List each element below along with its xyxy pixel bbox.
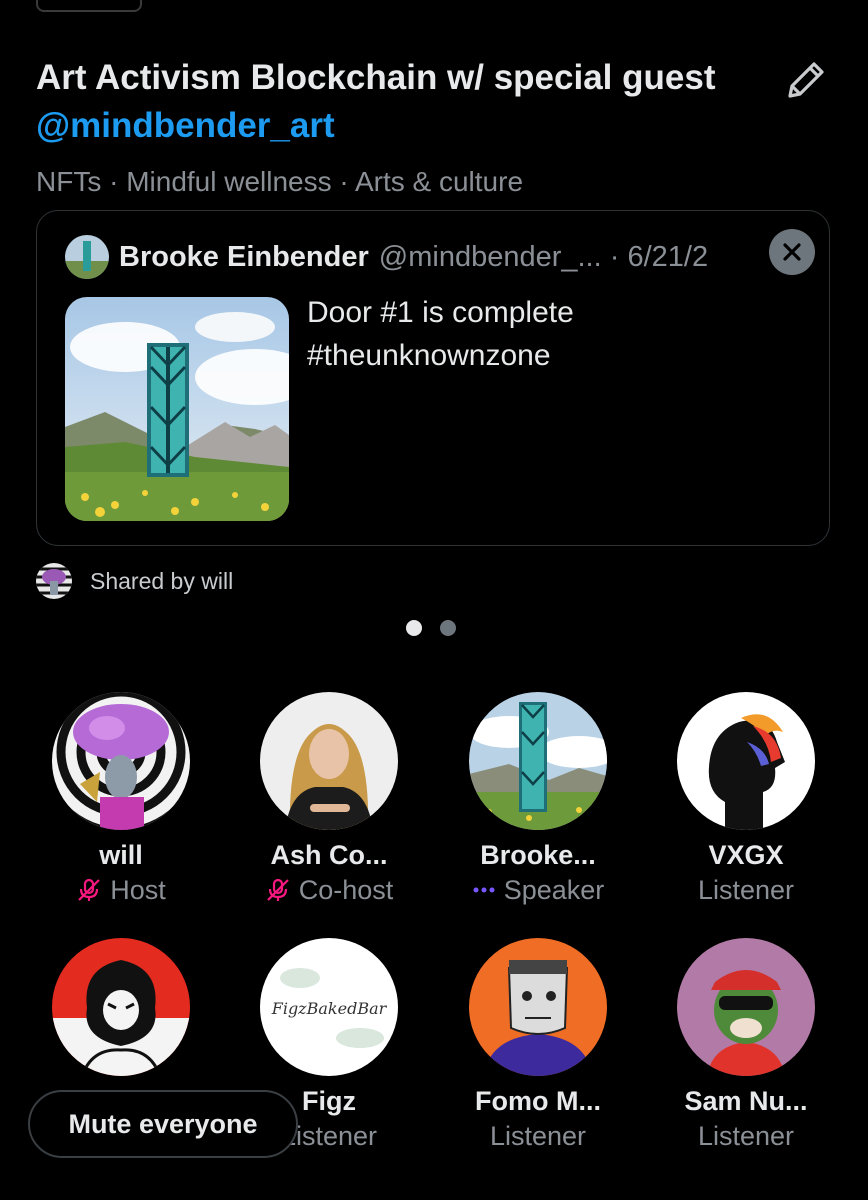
participant-name: Brooke... xyxy=(480,840,596,870)
participant-role-label: Listener xyxy=(697,875,795,905)
close-icon[interactable] xyxy=(769,229,815,275)
avatar xyxy=(52,692,190,830)
participant-card[interactable]: Fomo M... Listener xyxy=(438,938,638,1154)
participant-card[interactable]: Sam Nu... Listener xyxy=(646,938,846,1154)
avatar xyxy=(260,692,398,830)
tweet-image[interactable] xyxy=(65,297,289,521)
speaking-dots-icon xyxy=(472,885,496,895)
title-text: Art Activism Blockchain w/ special guest xyxy=(36,58,716,97)
participant-card[interactable]: VXGX Listener xyxy=(646,692,846,908)
avatar xyxy=(52,938,190,1076)
participant-role-label: Speaker xyxy=(503,875,605,905)
page-dot[interactable] xyxy=(440,620,456,636)
shared-by-avatar xyxy=(36,563,72,599)
pinned-tweet-card[interactable]: Brooke Einbender @mindbender_... · 6/21/… xyxy=(36,210,830,546)
page-dot-active[interactable] xyxy=(406,620,422,636)
participant-role-label: Listener xyxy=(697,1121,795,1151)
title-mention-link[interactable]: @mindbender_art xyxy=(36,106,335,145)
participant-role-label: Co-host xyxy=(298,875,394,905)
participant-role: Listener xyxy=(646,872,846,908)
shared-by-label: Shared by will xyxy=(90,567,234,594)
edit-pencil-icon[interactable] xyxy=(782,56,830,104)
participant-name: will xyxy=(99,840,143,870)
participant-card[interactable]: Brooke... Speaker xyxy=(438,692,638,908)
space-topics: NFTs · Mindful wellness · Arts & culture xyxy=(36,166,524,197)
avatar xyxy=(677,938,815,1076)
page-indicator xyxy=(406,620,456,636)
participant-name: VXGX xyxy=(708,840,784,870)
tweet-text-line: Door #1 is complete xyxy=(307,296,574,329)
participant-role-label: Host xyxy=(110,875,166,905)
avatar: FigzBakedBar xyxy=(260,938,398,1076)
shared-by-row: Shared by will xyxy=(36,563,233,599)
muted-mic-icon xyxy=(265,877,291,903)
mute-everyone-button[interactable]: Mute everyone xyxy=(28,1090,298,1158)
avatar xyxy=(469,692,607,830)
tweet-handle-date: @mindbender_... · 6/21/2 xyxy=(378,240,709,273)
participant-role: Speaker xyxy=(438,872,638,908)
participant-card[interactable]: will Host xyxy=(21,692,221,908)
tweet-header: Brooke Einbender @mindbender_... · 6/21/… xyxy=(65,235,785,279)
participant-role: Co-host xyxy=(229,872,429,908)
participant-role: Listener xyxy=(646,1118,846,1154)
participant-card[interactable]: Ash Co... Co-host xyxy=(229,692,429,908)
participant-role: Listener xyxy=(438,1118,638,1154)
muted-mic-icon xyxy=(76,877,102,903)
participant-name: Fomo M... xyxy=(475,1086,601,1116)
avatar xyxy=(677,692,815,830)
participant-role: Host xyxy=(21,872,221,908)
tweet-text: Door #1 is complete #theunknownzone xyxy=(307,291,574,377)
figz-logo-text: FigzBakedBar xyxy=(271,999,388,1018)
space-title: Art Activism Blockchain w/ special guest… xyxy=(36,54,736,150)
top-tab-edge xyxy=(36,0,142,12)
tweet-author-name[interactable]: Brooke Einbender xyxy=(119,241,369,274)
tweet-hashtag[interactable]: #theunknownzone xyxy=(307,334,574,377)
participant-role-label: Listener xyxy=(489,1121,587,1151)
participant-name: Ash Co... xyxy=(270,840,388,870)
avatar xyxy=(469,938,607,1076)
tweet-author-avatar[interactable] xyxy=(65,235,109,279)
participant-name: Sam Nu... xyxy=(684,1086,808,1116)
